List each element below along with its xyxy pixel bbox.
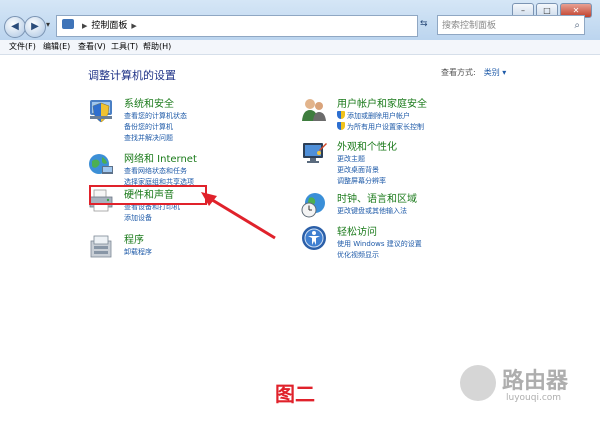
highlight-box <box>89 185 207 205</box>
view-by: 查看方式: 类别 ▾ <box>441 67 506 78</box>
menu-edit[interactable]: 编辑(E) <box>43 40 70 54</box>
breadcrumb-chevron-icon[interactable]: ▶ <box>131 22 136 30</box>
users-icon <box>302 99 326 121</box>
refresh-icon[interactable]: ⇆ <box>420 19 428 29</box>
menu-tools[interactable]: 工具(T) <box>111 40 138 54</box>
link-optimize-display[interactable]: 优化视频显示 <box>337 250 379 260</box>
menu-view[interactable]: 查看(V) <box>78 40 106 54</box>
category-title-clock-language[interactable]: 时钟、语言和区域 <box>337 190 417 205</box>
link-troubleshoot[interactable]: 查找并解决问题 <box>124 133 173 143</box>
category-system-security: 系统和安全 查看您的计算机状态 备份您的计算机 查找并解决问题 <box>88 97 268 143</box>
title-bar: – □ ✕ ◀ ▶ ▾ ▶ 控制面板 ▶ ⇆ 搜索控制面板 ⌕ <box>0 0 600 45</box>
address-bar[interactable]: ▶ 控制面板 ▶ <box>56 15 418 37</box>
menu-bar: 文件(F) 编辑(E) 查看(V) 工具(T) 帮助(H) <box>0 40 600 55</box>
uac-shield-icon <box>337 111 345 119</box>
control-panel-window: – □ ✕ ◀ ▶ ▾ ▶ 控制面板 ▶ ⇆ 搜索控制面板 ⌕ 文件(F) 编辑(E… <box>0 0 600 430</box>
category-user-accounts: 用户帐户和家庭安全 添加或删除用户帐户 为所有用户设置家长控制 <box>301 97 501 133</box>
link-screen-resolution[interactable]: 调整屏幕分辨率 <box>337 176 386 186</box>
category-title-system-security[interactable]: 系统和安全 <box>124 95 174 110</box>
router-logo-icon <box>460 365 496 401</box>
link-view-network-status[interactable]: 查看网络状态和任务 <box>124 166 187 176</box>
shield-icon <box>90 100 112 123</box>
category-title-appearance[interactable]: 外观和个性化 <box>337 138 397 153</box>
globe-network-icon <box>89 154 113 174</box>
search-icon[interactable]: ⌕ <box>574 16 580 36</box>
programs-icon <box>90 235 112 258</box>
link-uninstall-program[interactable]: 卸载程序 <box>124 247 152 257</box>
category-clock-language: 时钟、语言和区域 更改键盘或其他输入法 <box>301 192 501 218</box>
category-ease-of-access: 轻松访问 使用 Windows 建议的设置 优化视频显示 <box>301 225 501 261</box>
link-change-theme[interactable]: 更改主题 <box>337 154 365 164</box>
category-title-user-accounts[interactable]: 用户帐户和家庭安全 <box>337 95 427 110</box>
forward-button[interactable]: ▶ <box>24 16 46 38</box>
category-title-programs[interactable]: 程序 <box>124 231 144 246</box>
category-network-internet: 网络和 Internet 查看网络状态和任务 选择家庭组和共享选项 <box>88 152 268 188</box>
link-add-device[interactable]: 添加设备 <box>124 213 152 223</box>
recent-pages-dropdown[interactable]: ▾ <box>46 20 50 29</box>
uac-shield-icon <box>337 122 345 130</box>
control-panel-icon <box>62 19 74 29</box>
watermark: 路由器 luyouqi.com <box>460 363 590 413</box>
view-by-label: 查看方式: <box>441 68 476 77</box>
watermark-main: 路由器 <box>502 369 569 394</box>
link-change-background[interactable]: 更改桌面背景 <box>337 165 379 175</box>
link-change-input-method[interactable]: 更改键盘或其他输入法 <box>337 206 407 216</box>
link-backup-computer[interactable]: 备份您的计算机 <box>124 122 173 132</box>
category-title-ease-of-access[interactable]: 轻松访问 <box>337 223 377 238</box>
link-parental-controls[interactable]: 为所有用户设置家长控制 <box>337 122 424 132</box>
breadcrumb-separator-icon: ▶ <box>82 22 88 30</box>
view-by-dropdown[interactable]: 类别 ▾ <box>484 68 507 77</box>
annotation-arrow-icon <box>201 192 276 240</box>
category-appearance: 外观和个性化 更改主题 更改桌面背景 调整屏幕分辨率 <box>301 140 501 186</box>
search-placeholder: 搜索控制面板 <box>442 21 497 31</box>
link-view-computer-status[interactable]: 查看您的计算机状态 <box>124 111 187 121</box>
accessibility-icon <box>302 226 326 250</box>
category-title-network-internet[interactable]: 网络和 Internet <box>124 150 197 165</box>
display-icon <box>303 143 327 163</box>
search-input[interactable]: 搜索控制面板 ⌕ <box>437 15 585 35</box>
menu-file[interactable]: 文件(F) <box>9 40 36 54</box>
back-button[interactable]: ◀ <box>4 16 26 38</box>
link-recommended-settings[interactable]: 使用 Windows 建议的设置 <box>337 239 422 249</box>
page-title: 调整计算机的设置 <box>88 69 176 82</box>
figure-label: 图二 <box>275 382 315 406</box>
menu-help[interactable]: 帮助(H) <box>143 40 171 54</box>
link-add-remove-accounts[interactable]: 添加或删除用户帐户 <box>337 111 410 121</box>
clock-globe-icon <box>301 193 325 218</box>
watermark-sub: luyouqi.com <box>506 393 562 403</box>
breadcrumb-control-panel[interactable]: 控制面板 <box>91 21 127 31</box>
